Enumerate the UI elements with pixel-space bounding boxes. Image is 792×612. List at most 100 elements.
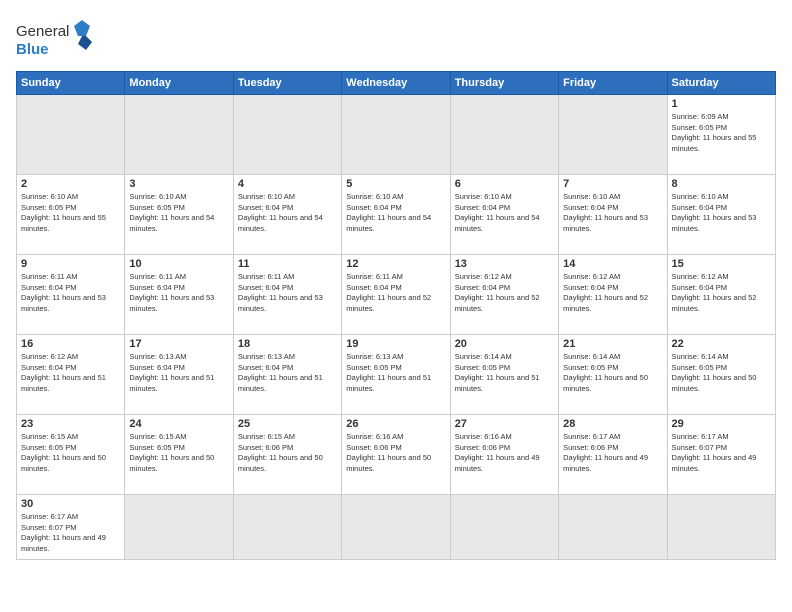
day-number: 15 xyxy=(672,258,771,270)
logo-svg: General Blue xyxy=(16,16,96,61)
day-header-friday: Friday xyxy=(559,72,667,95)
calendar-cell xyxy=(559,495,667,560)
calendar-cell xyxy=(17,95,125,175)
day-number: 11 xyxy=(238,258,337,270)
calendar-cell xyxy=(342,95,450,175)
calendar-cell: 7 Sunrise: 6:10 AMSunset: 6:04 PMDaylight… xyxy=(559,175,667,255)
week-row-1: 2 Sunrise: 6:10 AMSunset: 6:05 PMDaylight… xyxy=(17,175,776,255)
calendar-cell: 20Sunrise: 6:14 AMSunset: 6:05 PMDayligh… xyxy=(450,335,558,415)
calendar-cell: 22 Sunrise: 6:14 AMSunset: 6:05 PMDayligh… xyxy=(667,335,775,415)
calendar-cell: 2 Sunrise: 6:10 AMSunset: 6:05 PMDaylight… xyxy=(17,175,125,255)
day-number: 16 xyxy=(21,338,120,350)
day-info: Sunrise: 6:11 AMSunset: 6:04 PMDaylight:… xyxy=(238,272,337,314)
calendar-cell: 29 Sunrise: 6:17 AMSunset: 6:07 PMDayligh… xyxy=(667,415,775,495)
calendar-cell: 14 Sunrise: 6:12 AMSunset: 6:04 PMDayligh… xyxy=(559,255,667,335)
day-number: 6 xyxy=(455,178,554,190)
calendar-cell: 1Sunrise: 6:09 AMSunset: 6:05 PMDaylight… xyxy=(667,95,775,175)
day-number: 22 xyxy=(672,338,771,350)
day-info: Sunrise: 6:10 AMSunset: 6:04 PMDaylight:… xyxy=(238,192,337,234)
day-info: Sunrise: 6:14 AMSunset: 6:05 PMDaylight:… xyxy=(563,352,662,394)
day-info: Sunrise: 6:10 AMSunset: 6:04 PMDaylight:… xyxy=(455,192,554,234)
day-info: Sunrise: 6:16 AMSunset: 6:06 PMDaylight:… xyxy=(346,432,445,474)
day-header-monday: Monday xyxy=(125,72,233,95)
logo: General Blue xyxy=(16,16,96,61)
calendar-cell xyxy=(450,95,558,175)
calendar-cell: 23 Sunrise: 6:15 AMSunset: 6:05 PMDayligh… xyxy=(17,415,125,495)
day-number: 9 xyxy=(21,258,120,270)
day-number: 8 xyxy=(672,178,771,190)
header: General Blue xyxy=(16,16,776,61)
calendar-cell: 12 Sunrise: 6:11 AMSunset: 6:04 PMDayligh… xyxy=(342,255,450,335)
week-row-5: 30 Sunrise: 6:17 AMSunset: 6:07 PMDayligh… xyxy=(17,495,776,560)
day-number: 19 xyxy=(346,338,445,350)
calendar-cell: 19 Sunrise: 6:13 AMSunset: 6:05 PMDayligh… xyxy=(342,335,450,415)
calendar-cell: 25 Sunrise: 6:15 AMSunset: 6:06 PMDayligh… xyxy=(233,415,341,495)
day-number: 7 xyxy=(563,178,662,190)
day-number: 28 xyxy=(563,418,662,430)
calendar-cell xyxy=(125,95,233,175)
calendar-cell: 16 Sunrise: 6:12 AMSunset: 6:04 PMDayligh… xyxy=(17,335,125,415)
day-number: 14 xyxy=(563,258,662,270)
day-info: Sunrise: 6:17 AMSunset: 6:06 PMDaylight:… xyxy=(563,432,662,474)
day-header-tuesday: Tuesday xyxy=(233,72,341,95)
calendar-cell xyxy=(667,495,775,560)
calendar-cell: 15 Sunrise: 6:12 AMSunset: 6:04 PMDayligh… xyxy=(667,255,775,335)
day-number: 3 xyxy=(129,178,228,190)
day-number: 25 xyxy=(238,418,337,430)
calendar-cell xyxy=(559,95,667,175)
day-info: Sunrise: 6:15 AMSunset: 6:05 PMDaylight:… xyxy=(21,432,120,474)
day-number: 27 xyxy=(455,418,554,430)
week-row-2: 9 Sunrise: 6:11 AMSunset: 6:04 PMDaylight… xyxy=(17,255,776,335)
day-info: Sunrise: 6:10 AMSunset: 6:05 PMDaylight:… xyxy=(21,192,120,234)
calendar-cell xyxy=(342,495,450,560)
day-info: Sunrise: 6:14 AMSunset: 6:05 PMDaylight:… xyxy=(672,352,771,394)
day-info: Sunrise: 6:11 AMSunset: 6:04 PMDaylight:… xyxy=(129,272,228,314)
calendar: SundayMondayTuesdayWednesdayThursdayFrid… xyxy=(16,71,776,560)
day-number: 23 xyxy=(21,418,120,430)
day-number: 20 xyxy=(455,338,554,350)
calendar-cell: 21Sunrise: 6:14 AMSunset: 6:05 PMDayligh… xyxy=(559,335,667,415)
day-info: Sunrise: 6:17 AMSunset: 6:07 PMDaylight:… xyxy=(21,512,120,554)
calendar-cell: 26Sunrise: 6:16 AMSunset: 6:06 PMDayligh… xyxy=(342,415,450,495)
calendar-cell: 3Sunrise: 6:10 AMSunset: 6:05 PMDaylight… xyxy=(125,175,233,255)
calendar-cell: 9 Sunrise: 6:11 AMSunset: 6:04 PMDaylight… xyxy=(17,255,125,335)
day-info: Sunrise: 6:13 AMSunset: 6:04 PMDaylight:… xyxy=(238,352,337,394)
day-info: Sunrise: 6:09 AMSunset: 6:05 PMDaylight:… xyxy=(672,112,771,154)
day-info: Sunrise: 6:11 AMSunset: 6:04 PMDaylight:… xyxy=(21,272,120,314)
calendar-cell xyxy=(125,495,233,560)
day-info: Sunrise: 6:11 AMSunset: 6:04 PMDaylight:… xyxy=(346,272,445,314)
day-info: Sunrise: 6:10 AMSunset: 6:04 PMDaylight:… xyxy=(346,192,445,234)
day-info: Sunrise: 6:10 AMSunset: 6:04 PMDaylight:… xyxy=(672,192,771,234)
day-number: 5 xyxy=(346,178,445,190)
week-row-0: 1Sunrise: 6:09 AMSunset: 6:05 PMDaylight… xyxy=(17,95,776,175)
day-info: Sunrise: 6:16 AMSunset: 6:06 PMDaylight:… xyxy=(455,432,554,474)
day-info: Sunrise: 6:12 AMSunset: 6:04 PMDaylight:… xyxy=(672,272,771,314)
calendar-cell: 8 Sunrise: 6:10 AMSunset: 6:04 PMDaylight… xyxy=(667,175,775,255)
day-info: Sunrise: 6:10 AMSunset: 6:04 PMDaylight:… xyxy=(563,192,662,234)
calendar-cell: 24Sunrise: 6:15 AMSunset: 6:05 PMDayligh… xyxy=(125,415,233,495)
calendar-cell: 27 Sunrise: 6:16 AMSunset: 6:06 PMDayligh… xyxy=(450,415,558,495)
day-number: 13 xyxy=(455,258,554,270)
day-number: 4 xyxy=(238,178,337,190)
day-info: Sunrise: 6:12 AMSunset: 6:04 PMDaylight:… xyxy=(563,272,662,314)
day-number: 2 xyxy=(21,178,120,190)
day-number: 10 xyxy=(129,258,228,270)
day-number: 30 xyxy=(21,498,120,510)
day-info: Sunrise: 6:15 AMSunset: 6:06 PMDaylight:… xyxy=(238,432,337,474)
day-info: Sunrise: 6:13 AMSunset: 6:04 PMDaylight:… xyxy=(129,352,228,394)
calendar-cell xyxy=(233,95,341,175)
calendar-cell: 17Sunrise: 6:13 AMSunset: 6:04 PMDayligh… xyxy=(125,335,233,415)
calendar-cell: 11 Sunrise: 6:11 AMSunset: 6:04 PMDayligh… xyxy=(233,255,341,335)
day-header-sunday: Sunday xyxy=(17,72,125,95)
day-info: Sunrise: 6:17 AMSunset: 6:07 PMDaylight:… xyxy=(672,432,771,474)
calendar-cell xyxy=(233,495,341,560)
page: General Blue SundayMondayTuesdayWednesda… xyxy=(0,0,792,612)
day-info: Sunrise: 6:13 AMSunset: 6:05 PMDaylight:… xyxy=(346,352,445,394)
day-number: 12 xyxy=(346,258,445,270)
day-header-saturday: Saturday xyxy=(667,72,775,95)
day-info: Sunrise: 6:12 AMSunset: 6:04 PMDaylight:… xyxy=(21,352,120,394)
day-number: 29 xyxy=(672,418,771,430)
svg-text:Blue: Blue xyxy=(16,41,49,58)
day-number: 18 xyxy=(238,338,337,350)
calendar-cell: 10 Sunrise: 6:11 AMSunset: 6:04 PMDayligh… xyxy=(125,255,233,335)
